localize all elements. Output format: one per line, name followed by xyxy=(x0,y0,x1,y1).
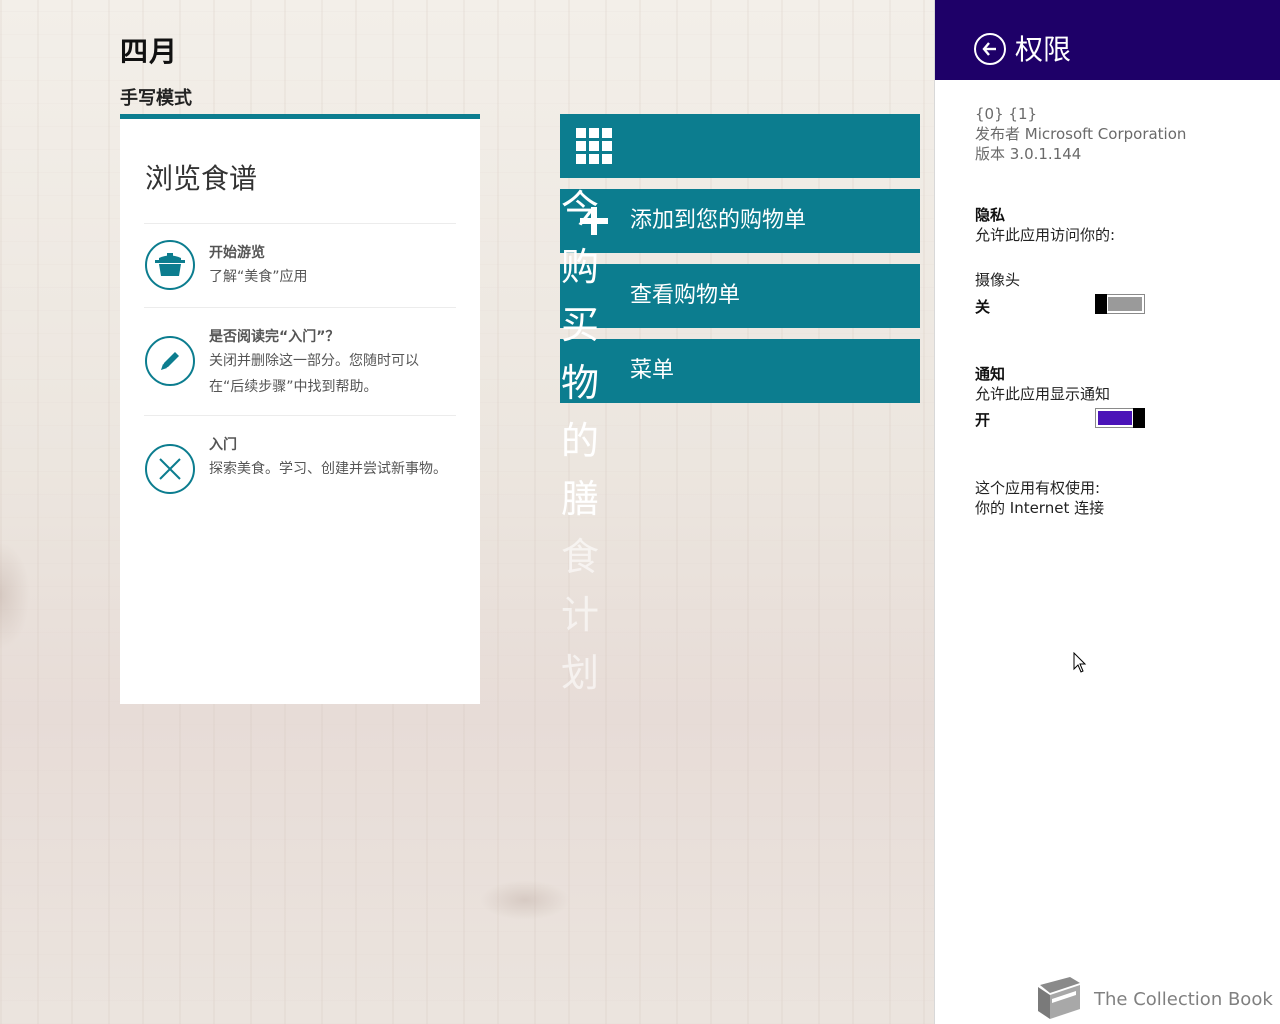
privacy-heading: 隐私 xyxy=(975,206,1006,224)
pane-title: 权限 xyxy=(1015,33,1072,66)
vertical-char: 膳 xyxy=(560,477,599,521)
camera-label: 摄像头 xyxy=(975,271,1021,289)
browse-recipes-card: 浏览食谱 开始游览 了解“美食”应用 是否阅读完“入门”？ 关闭并删除这一部分。… xyxy=(120,114,480,704)
add-to-shopping-list-tile[interactable]: 添加到您的购物单 xyxy=(560,189,920,253)
item-desc: 探索美食。学习、创建并尝试新事物。 xyxy=(209,461,447,477)
tile-label: 添加到您的购物单 xyxy=(630,208,807,233)
menu-tile[interactable]: 菜单 xyxy=(560,339,920,403)
tile-label: 查看购物单 xyxy=(630,283,741,308)
book-icon xyxy=(1038,977,1080,1019)
vertical-char: 购 xyxy=(560,245,599,289)
pot-icon xyxy=(145,240,195,290)
camera-state: 关 xyxy=(975,298,991,316)
permissions-pane: 权限 {0} {1} 发布者 Microsoft Corporation 版本 … xyxy=(935,0,1280,1024)
mode-label[interactable]: 手写模式 xyxy=(120,84,192,110)
vertical-char: 的 xyxy=(560,419,599,463)
vertical-char: 食 xyxy=(560,535,599,579)
vertical-char: 计 xyxy=(560,593,599,637)
item-title: 入门 xyxy=(209,437,237,453)
notification-state: 开 xyxy=(975,411,991,429)
card-title[interactable]: 浏览食谱 xyxy=(145,157,257,197)
back-arrow-icon xyxy=(982,42,996,56)
privacy-desc: 允许此应用访问你的: xyxy=(975,226,1116,244)
brand-footer: The Collection Book xyxy=(1030,975,1273,1023)
capabilities-heading: 这个应用有权使用: xyxy=(975,479,1101,497)
notification-heading: 通知 xyxy=(975,365,1006,383)
publisher: 发布者 Microsoft Corporation xyxy=(975,125,1187,143)
toggle-track xyxy=(1108,297,1142,311)
notification-desc: 允许此应用显示通知 xyxy=(975,385,1111,403)
list-item-read-intro[interactable]: 是否阅读完“入门”？ 关闭并删除这一部分。您随时可以在“后续步骤”中找到帮助。 xyxy=(144,307,456,416)
toggle-track xyxy=(1098,411,1132,425)
tile-label: 菜单 xyxy=(630,358,675,383)
brand-name: The Collection Book xyxy=(1094,988,1273,1010)
close-icon xyxy=(145,444,195,494)
capabilities-item: 你的 Internet 连接 xyxy=(975,499,1105,517)
list-item-start-tour[interactable]: 开始游览 了解“美食”应用 xyxy=(144,223,456,308)
view-shopping-list-tile[interactable]: 查看购物单 xyxy=(560,264,920,328)
list-item-intro[interactable]: 入门 探索美食。学习、创建并尝试新事物。 xyxy=(144,415,456,516)
pane-header: 权限 xyxy=(935,0,1280,80)
all-apps-tile[interactable] xyxy=(560,114,920,178)
app-name: {0} {1} xyxy=(975,105,1038,123)
vertical-char: 划 xyxy=(560,651,599,695)
version: 版本 3.0.1.144 xyxy=(975,145,1082,163)
vertical-char: 买 xyxy=(560,303,599,347)
vertical-char: 今 xyxy=(560,187,599,231)
grid-icon xyxy=(576,128,612,164)
vertical-char: 物 xyxy=(560,361,599,405)
pencil-icon xyxy=(145,336,195,386)
item-desc: 关闭并删除这一部分。您随时可以在“后续步骤”中找到帮助。 xyxy=(209,353,419,395)
item-desc: 了解“美食”应用 xyxy=(209,269,308,285)
mouse-cursor-icon xyxy=(1073,652,1087,673)
item-title: 开始游览 xyxy=(209,245,265,261)
vertical-caption: 今 购 买 物 的 膳 食 计 划 xyxy=(560,180,600,702)
back-button[interactable] xyxy=(974,33,1006,65)
item-title: 是否阅读完“入门”？ xyxy=(209,329,340,345)
notification-toggle[interactable] xyxy=(1095,408,1145,428)
camera-toggle[interactable] xyxy=(1095,294,1145,314)
toggle-thumb xyxy=(1095,294,1107,314)
app-meta: {0} {1} 发布者 Microsoft Corporation 版本 3.0… xyxy=(975,104,1186,164)
toggle-thumb xyxy=(1133,408,1145,428)
app-title: 四月 xyxy=(120,35,179,68)
